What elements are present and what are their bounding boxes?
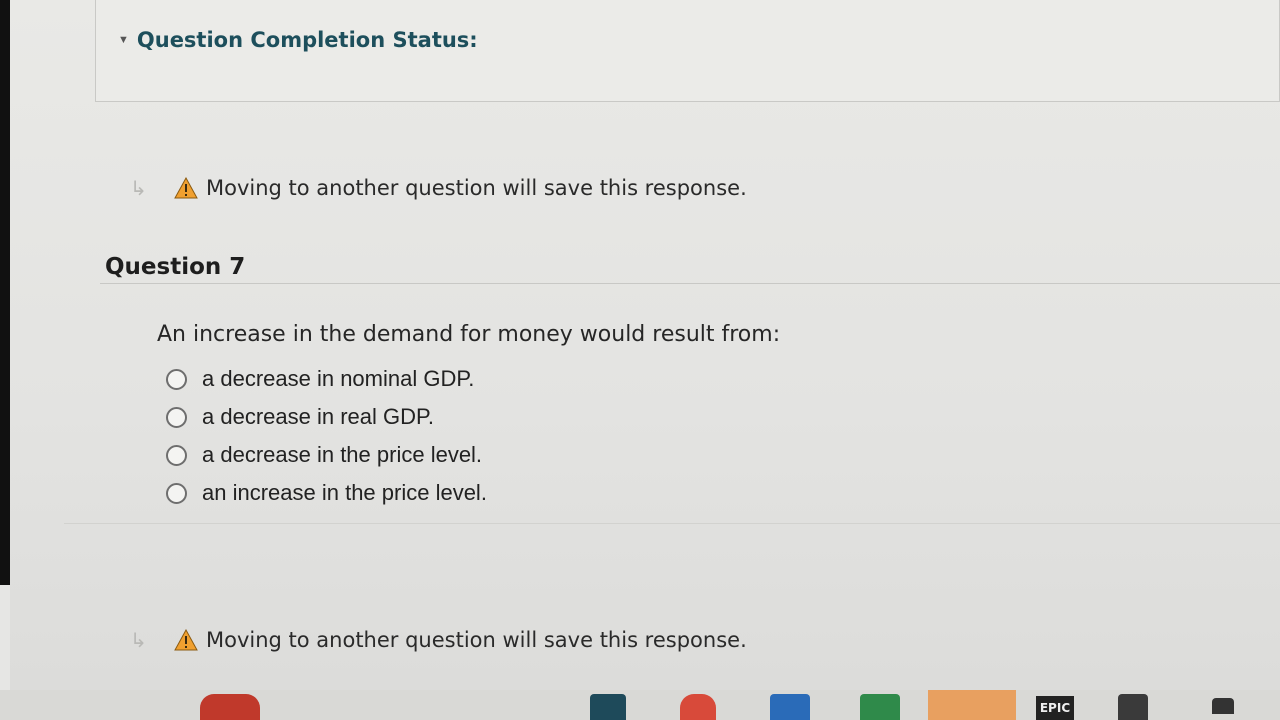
- app-icon-active[interactable]: [928, 690, 1016, 720]
- answer-option[interactable]: a decrease in real GDP.: [166, 398, 487, 436]
- save-notice-text: Moving to another question will save thi…: [206, 176, 747, 200]
- answer-options: a decrease in nominal GDP. a decrease in…: [166, 360, 487, 512]
- answer-option[interactable]: an increase in the price level.: [166, 474, 487, 512]
- save-notice-bottom: ↳ Moving to another question will save t…: [130, 628, 747, 652]
- radio-button[interactable]: [166, 444, 187, 466]
- radio-button[interactable]: [166, 406, 187, 428]
- app-icon[interactable]: [1118, 694, 1148, 720]
- radio-button[interactable]: [166, 482, 187, 504]
- app-icon[interactable]: [1212, 698, 1234, 714]
- screen-bezel: [0, 0, 10, 585]
- chevron-down-icon: ▼: [118, 34, 129, 46]
- answer-option-label: a decrease in real GDP.: [202, 404, 434, 429]
- taskbar: [0, 690, 1280, 720]
- answer-option[interactable]: a decrease in nominal GDP.: [166, 360, 487, 398]
- answer-option-label: an increase in the price level.: [202, 480, 487, 505]
- question-title: Question 7: [105, 254, 246, 280]
- answer-option[interactable]: a decrease in the price level.: [166, 436, 487, 474]
- app-icon[interactable]: [680, 694, 716, 720]
- question-text: An increase in the demand for money woul…: [157, 322, 781, 347]
- epic-app-icon[interactable]: EPIC: [1036, 696, 1074, 720]
- answer-option-label: a decrease in nominal GDP.: [202, 366, 475, 391]
- warning-icon: [174, 177, 198, 199]
- return-arrow-icon: ↳: [130, 628, 147, 652]
- app-icon[interactable]: [860, 694, 900, 720]
- app-icon[interactable]: [200, 694, 260, 720]
- answer-option-label: a decrease in the price level.: [202, 442, 483, 467]
- return-arrow-icon: ↳: [130, 176, 147, 200]
- completion-status-toggle[interactable]: ▼ Question Completion Status:: [118, 28, 478, 52]
- app-icon[interactable]: [590, 694, 626, 720]
- completion-status-title: Question Completion Status:: [136, 28, 478, 52]
- save-notice-text: Moving to another question will save thi…: [206, 628, 747, 652]
- save-notice-top: ↳ Moving to another question will save t…: [130, 176, 747, 200]
- warning-icon: [174, 629, 198, 651]
- radio-button[interactable]: [166, 368, 187, 390]
- divider: [100, 283, 1280, 284]
- app-icon[interactable]: [770, 694, 810, 720]
